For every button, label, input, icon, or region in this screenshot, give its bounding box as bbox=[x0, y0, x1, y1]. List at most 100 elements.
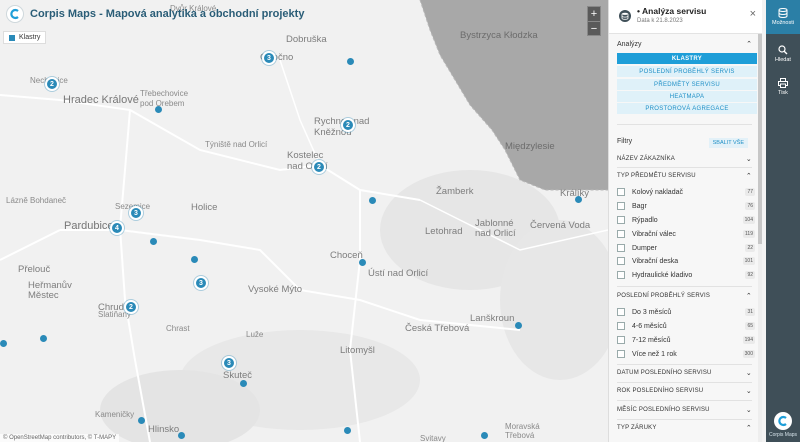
checkbox[interactable] bbox=[617, 271, 625, 279]
map-point[interactable] bbox=[515, 322, 522, 329]
checkbox[interactable] bbox=[617, 216, 625, 224]
brand-footer: Corpis Maps bbox=[766, 408, 800, 442]
zoom-in-button[interactable]: + bbox=[588, 7, 600, 21]
map-cluster[interactable]: 3 bbox=[194, 276, 208, 290]
toolbar-hledat[interactable]: Hledat bbox=[766, 42, 800, 66]
printer-icon bbox=[778, 78, 788, 88]
filter-option-label: Více než 1 rok bbox=[632, 350, 677, 358]
map-point[interactable] bbox=[575, 196, 582, 203]
analysis-button-prostorova-agregace[interactable]: PROSTOROVÁ AGREGACE bbox=[617, 103, 757, 114]
filter-option-count: 76 bbox=[745, 202, 755, 210]
legend-chip: Klastry bbox=[3, 31, 47, 44]
filter-option[interactable]: 7-12 měsíců 194 bbox=[617, 334, 755, 346]
map-cluster[interactable]: 3 bbox=[262, 51, 276, 65]
filter-section-rok[interactable]: ROK POSLEDNÍHO SERVISU ⌄ bbox=[617, 387, 752, 395]
map-point[interactable] bbox=[347, 58, 354, 65]
analysis-button-posledni-servis[interactable]: POSLEDNÍ PROBĚHLÝ SERVIS bbox=[617, 66, 757, 77]
filter-section-typ[interactable]: TYP PŘEDMĚTU SERVISU ⌃ bbox=[617, 172, 752, 180]
map-label-kostelec: Kostelec nad Orlicí bbox=[287, 150, 328, 172]
chevron-down-icon: ⌄ bbox=[745, 388, 752, 395]
map-cluster[interactable]: 2 bbox=[341, 118, 355, 132]
map-cluster[interactable]: 3 bbox=[222, 356, 236, 370]
filter-option[interactable]: Kolový nakladač 77 bbox=[617, 186, 755, 198]
map-point[interactable] bbox=[138, 417, 145, 424]
map-canvas[interactable]: Hradec Králové Pardubice Chrudim Dobrušk… bbox=[0, 0, 608, 442]
filter-option[interactable]: Vibrační deska 101 bbox=[617, 255, 755, 267]
map-point[interactable] bbox=[155, 106, 162, 113]
map-label-lazne-bohdanec: Lázně Bohdaneč bbox=[6, 196, 67, 205]
filter-option[interactable]: Hydraulické kladivo 92 bbox=[617, 269, 755, 281]
checkbox[interactable] bbox=[617, 202, 625, 210]
toolbar-moznosti[interactable]: Možnosti bbox=[766, 0, 800, 34]
filter-option[interactable]: Vibrační válec 119 bbox=[617, 228, 755, 240]
database-icon bbox=[778, 8, 788, 18]
toolbar-tisk[interactable]: Tisk bbox=[766, 75, 800, 99]
filter-section-mesic[interactable]: MĚSÍC POSLEDNÍHO SERVISU ⌄ bbox=[617, 406, 752, 414]
checkbox[interactable] bbox=[617, 336, 625, 344]
filter-option[interactable]: Dumper 22 bbox=[617, 242, 755, 254]
analysis-button-predmety-servisu[interactable]: PŘEDMĚTY SERVISU bbox=[617, 79, 757, 90]
filter-option[interactable]: 4-6 měsíců 65 bbox=[617, 320, 755, 332]
analysis-button-klastry[interactable]: KLASTRY bbox=[617, 53, 757, 64]
collapse-all-button[interactable]: SBALIT VŠE bbox=[708, 138, 748, 148]
map-cluster[interactable]: 2 bbox=[45, 77, 59, 91]
divider bbox=[617, 419, 752, 420]
checkbox[interactable] bbox=[617, 308, 625, 316]
map-point[interactable] bbox=[191, 256, 198, 263]
map-label-luze: Luže bbox=[246, 330, 264, 339]
checkbox[interactable] bbox=[617, 350, 625, 358]
map-cluster[interactable]: 2 bbox=[312, 160, 326, 174]
close-icon[interactable]: × bbox=[750, 8, 756, 20]
map-point[interactable] bbox=[481, 432, 488, 439]
divider bbox=[617, 286, 752, 287]
map-point[interactable] bbox=[150, 238, 157, 245]
map-label-kamenicky: Kameničky bbox=[95, 410, 135, 419]
filter-option[interactable]: Více než 1 rok 300 bbox=[617, 348, 755, 360]
section-analyzy-header[interactable]: Analýzy ⌃ bbox=[617, 40, 752, 49]
corpis-logo-icon bbox=[774, 412, 792, 430]
checkbox[interactable] bbox=[617, 322, 625, 330]
map-point[interactable] bbox=[359, 259, 366, 266]
map-point[interactable] bbox=[40, 335, 47, 342]
section-analyzy-label: Analýzy bbox=[617, 40, 642, 48]
filter-option-count: 101 bbox=[742, 257, 755, 265]
map-label-letohrad: Letohrad bbox=[425, 226, 463, 237]
zoom-out-button[interactable]: − bbox=[588, 21, 600, 35]
map-label-litomysl: Litomyšl bbox=[340, 345, 375, 356]
map-cluster[interactable]: 4 bbox=[110, 221, 124, 235]
filter-section-posledni[interactable]: POSLEDNÍ PROBĚHLÝ SERVIS ⌃ bbox=[617, 292, 752, 300]
map-label-lanskroun: Lanškroun bbox=[470, 313, 515, 324]
app-title: Corpis Maps - Mapová analytika a obchodn… bbox=[30, 8, 305, 20]
divider bbox=[617, 364, 752, 365]
checkbox[interactable] bbox=[617, 230, 625, 238]
filter-section-zaruka[interactable]: TYP ZÁRUKY ⌃ bbox=[617, 424, 752, 432]
filter-option-label: Vibrační válec bbox=[632, 230, 676, 238]
map-cluster[interactable]: 3 bbox=[129, 206, 143, 220]
filter-section-label: MĚSÍC POSLEDNÍHO SERVISU bbox=[617, 407, 710, 413]
map-cluster[interactable]: 2 bbox=[124, 300, 138, 314]
divider bbox=[617, 124, 752, 125]
scrollbar-thumb[interactable] bbox=[758, 34, 762, 244]
zoom-control: + − bbox=[587, 6, 601, 36]
map-point[interactable] bbox=[240, 380, 247, 387]
map-label-hradec-kralove: Hradec Králové bbox=[63, 94, 139, 106]
filter-section-zakaznik[interactable]: NÁZEV ZÁKAZNÍKA ⌄ bbox=[617, 155, 752, 163]
map-label-cervena-voda: Červená Voda bbox=[530, 220, 591, 231]
filter-option[interactable]: Rýpadlo 104 bbox=[617, 214, 755, 226]
analysis-panel: • Analýza servisu Data k 21.8.2023 × Ana… bbox=[608, 0, 762, 442]
map-point[interactable] bbox=[0, 340, 7, 347]
panel-scrollbar[interactable] bbox=[758, 34, 762, 442]
checkbox[interactable] bbox=[617, 257, 625, 265]
checkbox[interactable] bbox=[617, 244, 625, 252]
map-point[interactable] bbox=[178, 432, 185, 439]
filter-section-datum[interactable]: DATUM POSLEDNÍHO SERVISU ⌄ bbox=[617, 369, 752, 377]
filter-option-label: Hydraulické kladivo bbox=[632, 271, 693, 279]
map-point[interactable] bbox=[344, 427, 351, 434]
analysis-button-heatmapa[interactable]: HEATMAPA bbox=[617, 91, 757, 102]
filter-option[interactable]: Do 3 měsíců 31 bbox=[617, 306, 755, 318]
map-point[interactable] bbox=[369, 197, 376, 204]
filter-section-label: NÁZEV ZÁKAZNÍKA bbox=[617, 156, 676, 162]
filter-option-count: 77 bbox=[745, 188, 755, 196]
checkbox[interactable] bbox=[617, 188, 625, 196]
filter-option[interactable]: Bagr 76 bbox=[617, 200, 755, 212]
